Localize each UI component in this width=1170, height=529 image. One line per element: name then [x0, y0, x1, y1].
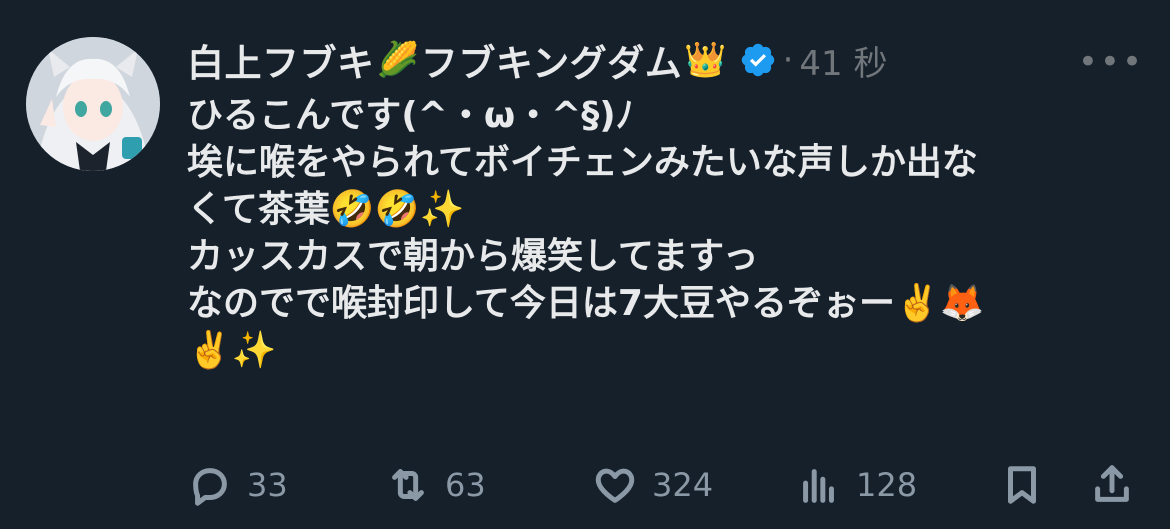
tweet-line: ✌️✨	[187, 330, 277, 371]
views-button[interactable]: 128	[796, 462, 917, 508]
crown-emoji: 👑	[684, 40, 727, 80]
tweet-line: カッスカスで朝から爆笑してますっ	[187, 236, 759, 277]
avatar-image	[26, 37, 160, 171]
views-icon	[803, 469, 834, 503]
action-bar: 33 63 324 128	[187, 455, 1137, 515]
reply-count: 33	[247, 466, 288, 504]
tweet-text: ひるこんです(^・ω・^§)ﾉ 埃に喉をやられてボイチェンみたいな声しか出な く…	[187, 92, 1137, 374]
display-name[interactable]: 白上フブキ	[187, 33, 375, 87]
more-icon[interactable]: •••	[1078, 42, 1144, 82]
verified-badge-icon[interactable]	[739, 41, 777, 79]
tweet-line: なのでで喉封印して今日は7大豆やるぞぉー✌️🦊	[187, 283, 985, 324]
view-count: 128	[856, 466, 918, 504]
timestamp[interactable]: 41 秒	[799, 36, 887, 85]
share-icon	[1095, 465, 1129, 502]
tweet-line: 埃に喉をやられてボイチェンみたいな声しか出な	[187, 142, 978, 183]
bookmark-button[interactable]	[999, 462, 1045, 508]
like-icon	[595, 468, 635, 503]
retweet-count: 63	[445, 466, 486, 504]
like-button[interactable]: 324	[592, 462, 713, 508]
reply-button[interactable]: 33	[187, 462, 288, 508]
tweet-line: ひるこんです(^・ω・^§)ﾉ	[187, 95, 634, 136]
separator: ·	[782, 40, 794, 80]
like-count: 324	[652, 466, 714, 504]
retweet-icon	[392, 469, 424, 501]
bookmark-icon	[1008, 466, 1036, 504]
retweet-button[interactable]: 63	[385, 462, 486, 508]
corn-emoji: 🌽	[376, 40, 419, 80]
tweet-line: くて茶葉🤣🤣✨	[187, 189, 465, 230]
display-name-suffix[interactable]: フブキングダム	[421, 33, 682, 87]
reply-icon	[193, 468, 227, 506]
tweet-header: 白上フブキ 🌽 フブキングダム 👑 · 41 秒	[187, 30, 887, 90]
share-button[interactable]	[1089, 462, 1135, 508]
avatar[interactable]	[26, 37, 160, 171]
